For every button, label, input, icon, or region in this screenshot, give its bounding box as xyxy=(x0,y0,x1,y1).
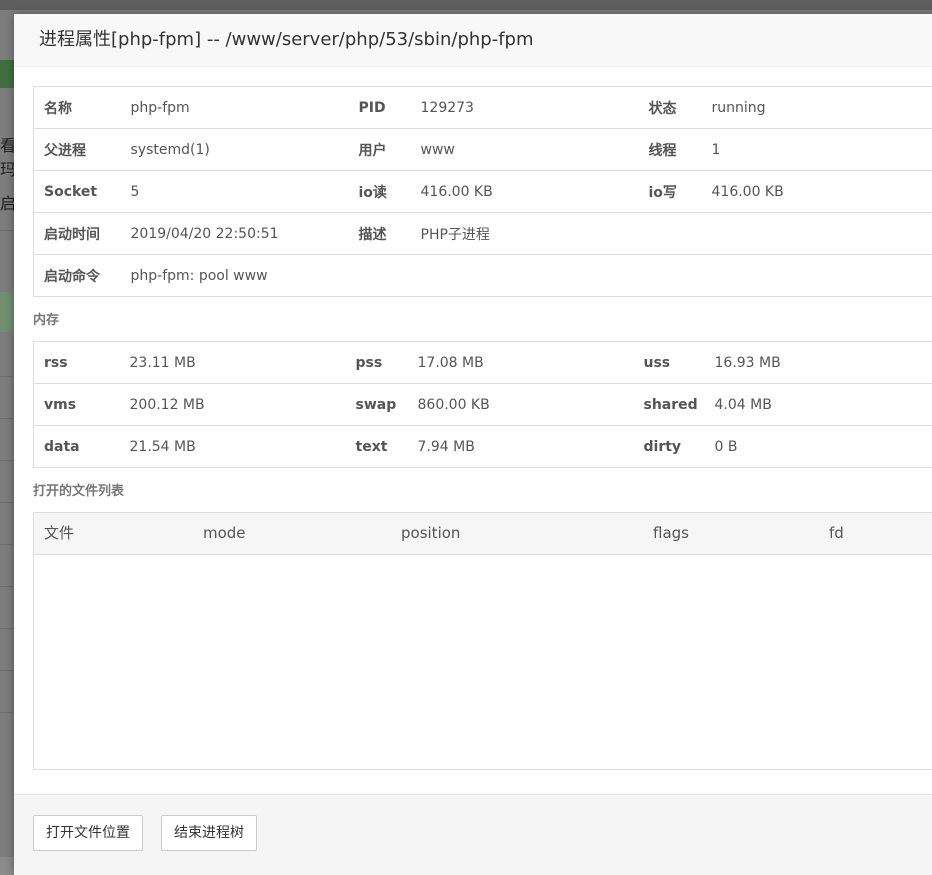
column-header-mode[interactable]: mode xyxy=(203,513,246,554)
info-label: PID xyxy=(349,87,411,129)
memory-value: 4.04 MB xyxy=(705,384,932,426)
background-divider xyxy=(0,418,14,419)
process-properties-dialog: 进程属性[php-fpm] -- /www/server/php/53/sbin… xyxy=(14,14,932,874)
info-value: 416.00 KB xyxy=(411,171,639,213)
memory-value: 7.94 MB xyxy=(408,426,634,468)
files-section-title: 打开的文件列表 xyxy=(33,484,932,500)
background-nav-highlight xyxy=(0,60,14,88)
table-row: data 21.54 MB text 7.94 MB dirty 0 B xyxy=(34,426,932,468)
background-divider xyxy=(0,376,14,377)
memory-value: 21.54 MB xyxy=(120,426,346,468)
background-divider xyxy=(0,230,14,231)
info-label: 父进程 xyxy=(34,129,121,171)
background-divider xyxy=(0,460,14,461)
table-row: Socket 5 io读 416.00 KB io写 416.00 KB xyxy=(34,171,932,213)
info-label: 启动命令 xyxy=(34,255,121,297)
memory-value: 17.08 MB xyxy=(408,342,634,384)
info-label: io写 xyxy=(639,171,702,213)
background-divider xyxy=(0,712,14,713)
info-value: php-fpm xyxy=(121,87,349,129)
memory-label: rss xyxy=(34,342,120,384)
background-divider xyxy=(0,586,14,587)
dialog-footer: 打开文件位置 结束进程树 xyxy=(14,794,932,875)
memory-value: 200.12 MB xyxy=(120,384,346,426)
memory-label: vms xyxy=(34,384,120,426)
memory-section-title: 内存 xyxy=(33,313,932,329)
column-header-position[interactable]: position xyxy=(401,513,460,554)
info-value: running xyxy=(702,87,932,129)
column-header-file[interactable]: 文件 xyxy=(44,513,74,554)
memory-value: 0 B xyxy=(705,426,932,468)
background-divider xyxy=(0,502,14,503)
info-value: 2019/04/20 22:50:51 xyxy=(121,213,349,255)
info-value xyxy=(702,255,932,297)
info-label: io读 xyxy=(349,171,411,213)
background-text: 看玛 xyxy=(0,132,14,180)
info-label xyxy=(639,255,702,297)
memory-label: text xyxy=(346,426,408,468)
info-label: 启动时间 xyxy=(34,213,121,255)
info-value: 416.00 KB xyxy=(702,171,932,213)
background-divider xyxy=(0,628,14,629)
memory-label: swap xyxy=(346,384,408,426)
table-row: rss 23.11 MB pss 17.08 MB uss 16.93 MB xyxy=(34,342,932,384)
dialog-title: 进程属性[php-fpm] -- /www/server/php/53/sbin… xyxy=(14,14,932,67)
background-text: 启 xyxy=(0,190,14,214)
info-label: Socket xyxy=(34,171,121,213)
table-row: vms 200.12 MB swap 860.00 KB shared 4.04… xyxy=(34,384,932,426)
table-row: 启动命令 php-fpm: pool www xyxy=(34,255,932,297)
background-row-highlight xyxy=(0,292,14,332)
info-value: 129273 xyxy=(411,87,639,129)
info-label: 描述 xyxy=(349,213,411,255)
memory-label: data xyxy=(34,426,120,468)
info-label xyxy=(349,255,411,297)
info-label: 状态 xyxy=(639,87,702,129)
info-label: 名称 xyxy=(34,87,121,129)
open-files-header: 文件 mode position flags fd xyxy=(34,513,932,555)
info-label: 用户 xyxy=(349,129,411,171)
table-row: 启动时间 2019/04/20 22:50:51 描述 PHP子进程 xyxy=(34,213,932,255)
open-files-body[interactable] xyxy=(34,555,932,769)
memory-value: 860.00 KB xyxy=(408,384,634,426)
memory-label: dirty xyxy=(634,426,705,468)
background-topbar xyxy=(0,0,932,10)
info-value: 1 xyxy=(702,129,932,171)
info-value: PHP子进程 xyxy=(411,213,639,255)
table-row: 名称 php-fpm PID 129273 状态 running xyxy=(34,87,932,129)
info-label xyxy=(639,213,702,255)
info-label: 线程 xyxy=(639,129,702,171)
memory-label: uss xyxy=(634,342,705,384)
table-row: 父进程 systemd(1) 用户 www 线程 1 xyxy=(34,129,932,171)
memory-label: pss xyxy=(346,342,408,384)
memory-label: shared xyxy=(634,384,705,426)
dialog-content: 名称 php-fpm PID 129273 状态 running 父进程 sys… xyxy=(33,86,932,770)
process-info-table: 名称 php-fpm PID 129273 状态 running 父进程 sys… xyxy=(33,86,932,297)
memory-value: 23.11 MB xyxy=(120,342,346,384)
info-value: php-fpm: pool www xyxy=(121,255,349,297)
memory-table: rss 23.11 MB pss 17.08 MB uss 16.93 MB v… xyxy=(33,341,932,468)
memory-value: 16.93 MB xyxy=(705,342,932,384)
info-value: systemd(1) xyxy=(121,129,349,171)
open-files-table: 文件 mode position flags fd xyxy=(33,512,932,770)
background-divider xyxy=(0,544,14,545)
column-header-flags[interactable]: flags xyxy=(653,513,689,554)
kill-process-tree-button[interactable]: 结束进程树 xyxy=(161,815,257,851)
info-value: www xyxy=(411,129,639,171)
info-value xyxy=(702,213,932,255)
info-value: 5 xyxy=(121,171,349,213)
column-header-fd[interactable]: fd xyxy=(829,513,844,554)
background-divider xyxy=(0,670,14,671)
info-value xyxy=(411,255,639,297)
open-file-location-button[interactable]: 打开文件位置 xyxy=(33,815,143,851)
